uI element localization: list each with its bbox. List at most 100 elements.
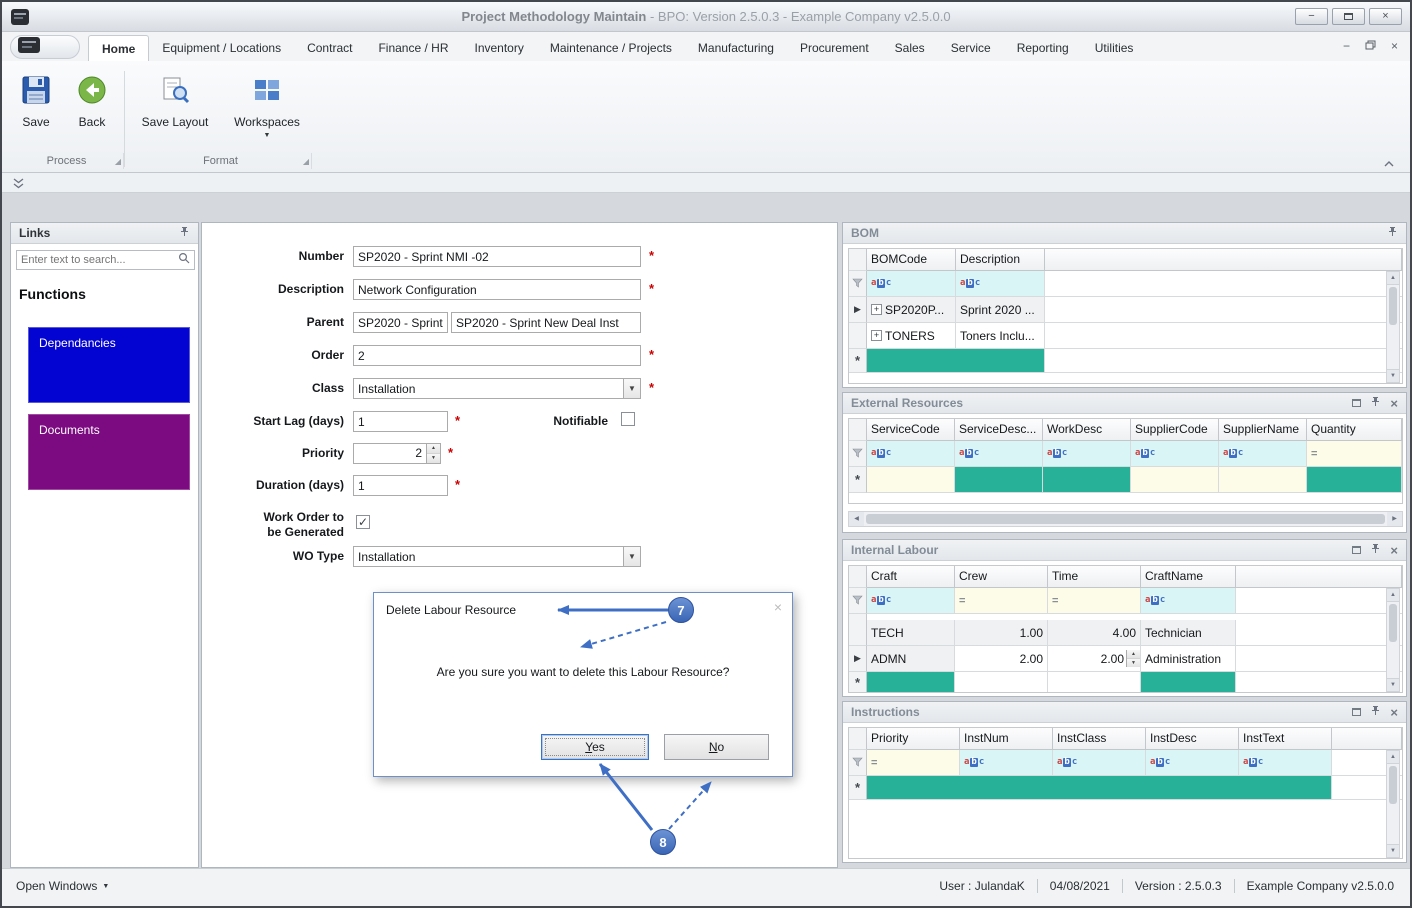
column-header[interactable]: SupplierCode	[1131, 419, 1219, 441]
tab-equipment-locations[interactable]: Equipment / Locations	[149, 35, 294, 61]
tab-sales[interactable]: Sales	[882, 35, 938, 61]
tab-service[interactable]: Service	[938, 35, 1004, 61]
table-row[interactable]: + TONERS Toners Inclu...	[849, 323, 1402, 349]
filter-cell[interactable]: abc	[1131, 441, 1219, 467]
pin-icon[interactable]	[179, 226, 190, 240]
dialog-close-icon[interactable]: ×	[774, 599, 782, 615]
column-header[interactable]: ServiceCode	[867, 419, 955, 441]
new-row[interactable]: *	[849, 672, 1402, 692]
pin-icon[interactable]	[1370, 396, 1381, 410]
filter-cell[interactable]: abc	[1141, 588, 1236, 614]
maximize-icon[interactable]	[1352, 399, 1362, 407]
dependancies-button[interactable]: Dependancies	[28, 327, 190, 403]
column-header[interactable]: WorkDesc	[1043, 419, 1131, 441]
minimize-button[interactable]: −	[1295, 8, 1328, 25]
filter-cell[interactable]: =	[867, 750, 960, 776]
filter-cell[interactable]: abc	[1146, 750, 1239, 776]
filter-cell[interactable]: abc	[1043, 441, 1131, 467]
filter-cell[interactable]: abc	[867, 441, 955, 467]
group-dialog-launcher-icon[interactable]: ◢	[115, 158, 121, 166]
filter-cell[interactable]: =	[1307, 441, 1402, 467]
tab-inventory[interactable]: Inventory	[461, 35, 536, 61]
work-order-checkbox[interactable]: ✓	[356, 515, 370, 529]
no-button[interactable]: No	[664, 734, 769, 760]
spin-down-icon[interactable]: ▼	[427, 454, 440, 463]
search-icon[interactable]	[174, 251, 194, 269]
scroll-down-icon[interactable]: ▼	[1387, 678, 1399, 691]
new-row[interactable]: *	[849, 349, 1402, 373]
workspaces-button[interactable]: Workspaces ▼	[224, 69, 310, 151]
priority-spinner[interactable]: 2 ▲ ▼	[353, 443, 441, 464]
search-input[interactable]	[17, 254, 174, 266]
vertical-scrollbar[interactable]: ▲ ▼	[1386, 588, 1400, 692]
spin-up-icon[interactable]: ▲	[1127, 650, 1140, 659]
spin-up-icon[interactable]: ▲	[427, 444, 440, 454]
spin-down-icon[interactable]: ▼	[1127, 659, 1140, 667]
column-header[interactable]: Description	[956, 249, 1045, 271]
chevron-down-icon[interactable]: ▼	[623, 547, 640, 566]
scroll-left-icon[interactable]: ◀	[849, 512, 864, 526]
mdi-restore-icon[interactable]	[1365, 39, 1376, 53]
filter-cell[interactable]: abc	[867, 271, 956, 297]
mdi-close-icon[interactable]: ×	[1391, 39, 1398, 53]
scrollbar-thumb[interactable]	[1389, 287, 1397, 325]
scrollbar-thumb[interactable]	[1389, 604, 1397, 642]
save-button[interactable]: Save	[10, 69, 62, 151]
filter-row[interactable]: = abc abc abc abc	[849, 750, 1402, 776]
parent-description-input[interactable]	[451, 312, 641, 333]
bom-filter-row[interactable]: abc abc	[849, 271, 1402, 297]
number-input[interactable]	[353, 246, 641, 267]
tab-utilities[interactable]: Utilities	[1082, 35, 1147, 61]
new-row-cell[interactable]	[955, 467, 1043, 493]
wo-type-combo[interactable]: Installation ▼	[353, 546, 641, 567]
new-row-cell[interactable]	[867, 672, 955, 692]
filter-cell[interactable]: =	[955, 588, 1048, 614]
close-icon[interactable]: ×	[1390, 397, 1398, 410]
filter-row[interactable]: abc = = abc	[849, 588, 1402, 614]
column-header[interactable]: InstClass	[1053, 728, 1146, 750]
horizontal-scrollbar[interactable]: ◀ ▶	[848, 511, 1403, 527]
new-row-cell[interactable]	[1131, 467, 1219, 493]
new-row-cell[interactable]	[1307, 467, 1402, 493]
table-row[interactable]: ▶ ADMN 2.00 2.00 ▲ ▼ Administration	[849, 646, 1402, 672]
table-row[interactable]: ▶ + SP2020P... Sprint 2020 ...	[849, 297, 1402, 323]
spinner-buttons[interactable]: ▲ ▼	[426, 444, 440, 463]
new-row-cell[interactable]	[1219, 467, 1307, 493]
duration-input[interactable]	[353, 475, 448, 496]
scroll-down-icon[interactable]: ▼	[1387, 369, 1399, 382]
close-button[interactable]: ×	[1369, 8, 1402, 25]
scroll-down-icon[interactable]: ▼	[1387, 844, 1399, 857]
description-input[interactable]	[353, 279, 641, 300]
new-row-cell[interactable]	[867, 349, 1045, 373]
maximize-icon[interactable]	[1352, 708, 1362, 716]
chevron-down-icon[interactable]: ▼	[623, 379, 640, 398]
tab-maintenance-projects[interactable]: Maintenance / Projects	[537, 35, 685, 61]
maximize-button[interactable]	[1332, 8, 1365, 25]
new-row-cell[interactable]	[1048, 672, 1141, 692]
back-button[interactable]: Back	[66, 69, 118, 151]
column-header[interactable]: SupplierName	[1219, 419, 1307, 441]
tab-finance-hr[interactable]: Finance / HR	[365, 35, 461, 61]
column-header[interactable]: BOMCode	[867, 249, 956, 271]
column-header[interactable]: ServiceDesc...	[955, 419, 1043, 441]
new-row-cell[interactable]	[1141, 672, 1236, 692]
pin-icon[interactable]	[1387, 226, 1398, 240]
tab-manufacturing[interactable]: Manufacturing	[685, 35, 787, 61]
column-header[interactable]: CraftName	[1141, 566, 1236, 588]
expand-icon[interactable]: +	[871, 304, 882, 315]
tab-reporting[interactable]: Reporting	[1004, 35, 1082, 61]
vertical-scrollbar[interactable]: ▲ ▼	[1386, 750, 1400, 858]
order-input[interactable]	[353, 345, 641, 366]
ribbon-collapse-icon[interactable]	[1382, 155, 1396, 173]
table-row[interactable]: TECH 1.00 4.00 Technician	[849, 620, 1402, 646]
column-header[interactable]: Craft	[867, 566, 955, 588]
column-header[interactable]: InstNum	[960, 728, 1053, 750]
filter-cell[interactable]: abc	[955, 441, 1043, 467]
scroll-up-icon[interactable]: ▲	[1387, 751, 1399, 764]
start-lag-input[interactable]	[353, 411, 448, 432]
pin-icon[interactable]	[1370, 705, 1381, 719]
new-row[interactable]: *	[849, 776, 1402, 800]
filter-cell[interactable]: abc	[867, 588, 955, 614]
filter-cell[interactable]: abc	[956, 271, 1045, 297]
notifiable-checkbox[interactable]	[621, 412, 635, 426]
